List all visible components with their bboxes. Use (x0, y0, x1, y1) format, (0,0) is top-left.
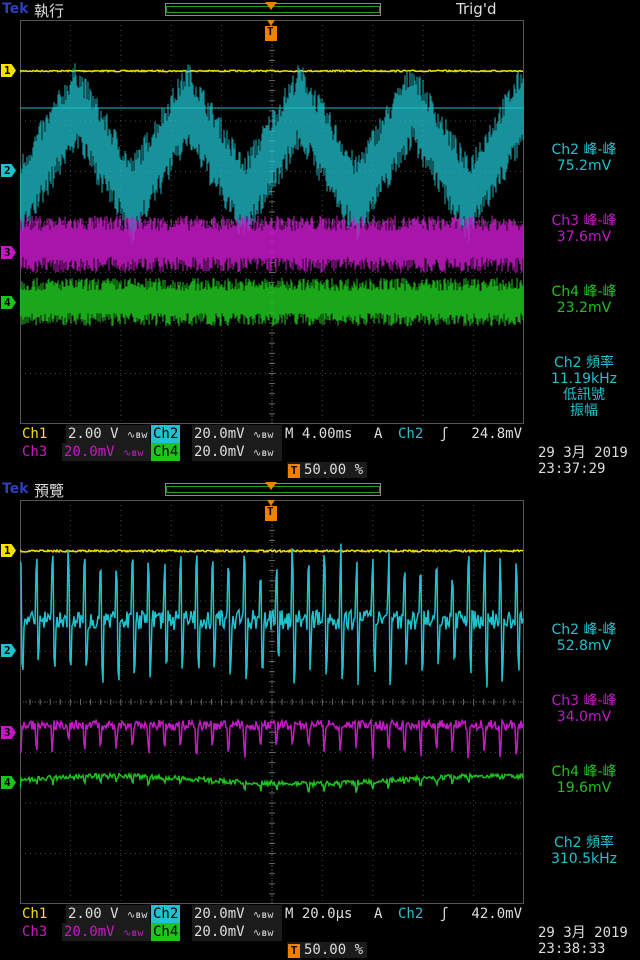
acquisition-flag: A (374, 906, 383, 922)
readout-note: 低訊號 (563, 387, 605, 403)
readout-label: Ch2 峰-峰 (551, 622, 617, 638)
ch1-scale[interactable]: 2.00 V ∿ʙw (66, 425, 150, 443)
time-stamp: 23:38:33 (538, 941, 606, 957)
waveform-display (20, 500, 524, 904)
ch4-label: Ch4 (151, 923, 181, 941)
readout-label: Ch3 峰-峰 (551, 693, 617, 709)
ch4-scale[interactable]: 20.0mV ∿ʙw (192, 443, 282, 461)
waveform-display (20, 20, 524, 424)
readout-value: 75.2mV (556, 158, 612, 174)
readout-value: 19.6mV (556, 780, 612, 796)
readout-note: 振幅 (570, 403, 598, 419)
trigger-source[interactable]: Ch2 (396, 425, 425, 443)
settings-row-2: Ch3 20.0mV ∿ʙw Ch4 20.0mV ∿ʙw (20, 443, 524, 461)
trigger-t-icon: T (288, 944, 300, 958)
time-stamp: 23:37:29 (538, 461, 606, 477)
ch2-freq-readout: Ch2 頻率 11.19kHz 低訊號 振幅 (528, 355, 640, 419)
trigger-slope-icon: ʃ (440, 906, 449, 922)
trigger-marker-label: T (267, 505, 274, 518)
ch3-scale[interactable]: 20.0mV ∿ʙw (62, 443, 152, 461)
timebase[interactable]: M 20.0µs (283, 905, 354, 923)
readout-value: 52.8mV (556, 638, 612, 654)
ch2-marker[interactable]: 2 (1, 644, 16, 657)
trigger-status: Trig'd (456, 0, 497, 18)
ch2-freq-readout: Ch2 頻率 310.5kHz (528, 835, 640, 867)
acquisition-mode: 預覽 (34, 482, 65, 500)
scope-panel-top: Tek 執行 Trig'd T 1 2 3 4 Ch2 峰-峰 75.2mV C… (0, 0, 640, 480)
readout-label: Ch2 頻率 (553, 355, 614, 371)
ch4-label: Ch4 (151, 443, 181, 461)
ch1-label: Ch1 (22, 906, 48, 922)
status-bar: Tek 預覽 (0, 480, 640, 500)
ch4-scale[interactable]: 20.0mV ∿ʙw (192, 923, 282, 941)
settings-row-2: Ch3 20.0mV ∿ʙw Ch4 20.0mV ∿ʙw (20, 923, 524, 941)
tek-logo: Tek (2, 481, 29, 497)
ch3-trace (20, 215, 524, 273)
ch1-trace (20, 548, 524, 554)
ch4-pkpk-readout: Ch4 峰-峰 19.6mV (528, 764, 640, 796)
readout-value: 23.2mV (556, 300, 612, 316)
date-stamp: 29 3月 2019 (538, 925, 628, 941)
graticule (20, 20, 524, 424)
ch4-marker[interactable]: 4 (1, 296, 16, 309)
trigger-level[interactable]: 24.8mV (454, 425, 524, 443)
ch3-marker[interactable]: 3 (1, 246, 16, 259)
ch2-marker[interactable]: 2 (1, 164, 16, 177)
settings-row-1: Ch1 2.00 V ∿ʙw Ch2 20.0mV ∿ʙw M 20.0µs A… (20, 905, 524, 923)
ch4-pkpk-readout: Ch4 峰-峰 23.2mV (528, 284, 640, 316)
readout-value: 310.5kHz (550, 851, 618, 867)
ch3-pkpk-readout: Ch3 峰-峰 34.0mV (528, 693, 640, 725)
tek-logo: Tek (2, 1, 29, 17)
trigger-slope-icon: ʃ (440, 426, 449, 442)
acquisition-flag: A (374, 426, 383, 442)
trigger-source[interactable]: Ch2 (396, 905, 425, 923)
readout-value: 11.19kHz (550, 371, 618, 387)
date-stamp: 29 3月 2019 (538, 445, 628, 461)
ch3-label: Ch3 (22, 924, 48, 940)
ch1-marker[interactable]: 1 (1, 64, 16, 77)
readout-label: Ch2 峰-峰 (551, 142, 617, 158)
scope-panel-bottom: Tek 預覽 T 1 2 3 4 Ch2 峰-峰 52.8mV Ch3 峰-峰 … (0, 480, 640, 960)
readout-label: Ch4 峰-峰 (551, 284, 617, 300)
timebase[interactable]: M 4.00ms (283, 425, 354, 443)
ch3-pkpk-readout: Ch3 峰-峰 37.6mV (528, 213, 640, 245)
trigger-position-readout[interactable]: T 50.00 % (287, 942, 368, 958)
acquisition-mode: 執行 (34, 2, 65, 20)
readout-value: 34.0mV (556, 709, 612, 725)
readout-label: Ch2 頻率 (553, 835, 614, 851)
ch3-label: Ch3 (22, 444, 48, 460)
ch3-marker[interactable]: 3 (1, 726, 16, 739)
trigger-level[interactable]: 42.0mV (454, 905, 524, 923)
readout-label: Ch4 峰-峰 (551, 764, 617, 780)
settings-row-1: Ch1 2.00 V ∿ʙw Ch2 20.0mV ∿ʙw M 4.00ms A… (20, 425, 524, 443)
graticule (20, 500, 524, 904)
ch3-scale[interactable]: 20.0mV ∿ʙw (62, 923, 152, 941)
readout-value: 37.6mV (556, 229, 612, 245)
ch2-pkpk-readout: Ch2 峰-峰 75.2mV (528, 142, 640, 174)
ch2-pkpk-readout: Ch2 峰-峰 52.8mV (528, 622, 640, 654)
trigger-t-icon: T (288, 464, 300, 478)
readout-label: Ch3 峰-峰 (551, 213, 617, 229)
trigger-position-readout[interactable]: T 50.00 % (287, 462, 368, 478)
ch2-label: Ch2 (151, 905, 181, 923)
ch1-scale[interactable]: 2.00 V ∿ʙw (66, 905, 150, 923)
trigger-marker-label: T (267, 25, 274, 38)
ch4-trace (20, 277, 524, 327)
ch1-marker[interactable]: 1 (1, 544, 16, 557)
ch1-label: Ch1 (22, 426, 48, 442)
ch2-scale[interactable]: 20.0mV ∿ʙw (192, 425, 282, 443)
status-bar: Tek 執行 Trig'd (0, 0, 640, 20)
ch2-scale[interactable]: 20.0mV ∿ʙw (192, 905, 282, 923)
ch2-label: Ch2 (151, 425, 181, 443)
ch4-marker[interactable]: 4 (1, 776, 16, 789)
